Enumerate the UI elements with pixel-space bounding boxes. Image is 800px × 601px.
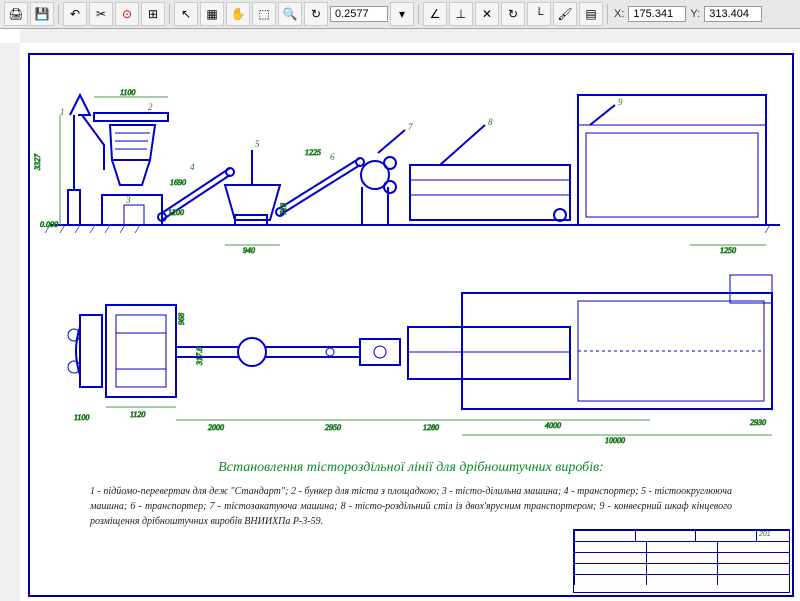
- pointer-icon[interactable]: ↖: [174, 2, 198, 26]
- svg-text:317.8: 317.8: [195, 347, 204, 366]
- drawing-canvas[interactable]: 1100 3327 0.000 1690 1200 940 1225 718 1…: [0, 29, 800, 601]
- svg-text:10000: 10000: [605, 436, 625, 445]
- legend-block: Встановлення тістороздільної лінії для д…: [30, 460, 792, 529]
- zoom-fit-icon[interactable]: ⬚: [252, 2, 276, 26]
- svg-text:968: 968: [177, 313, 186, 325]
- grid-icon[interactable]: ⊞: [141, 2, 165, 26]
- ruler-horizontal: [20, 29, 800, 44]
- svg-text:1120: 1120: [130, 410, 145, 419]
- svg-text:2: 2: [148, 102, 153, 112]
- svg-text:4000: 4000: [545, 421, 561, 430]
- hand-icon[interactable]: ✋: [226, 2, 250, 26]
- svg-text:4: 4: [190, 162, 195, 172]
- save-icon[interactable]: 💾: [30, 2, 54, 26]
- zoom-reset-icon[interactable]: ↻: [304, 2, 328, 26]
- svg-text:0.000: 0.000: [40, 220, 58, 229]
- side-view: 1100 3327 0.000 1690 1200 940 1225 718 1…: [30, 55, 792, 255]
- svg-text:9: 9: [618, 97, 623, 107]
- ruler-vertical: [0, 43, 21, 601]
- tool-icon[interactable]: ✕: [475, 2, 499, 26]
- coord-x-value[interactable]: 175.341: [628, 6, 686, 22]
- svg-text:5: 5: [255, 139, 260, 149]
- cut-icon[interactable]: ✂: [89, 2, 113, 26]
- print-icon[interactable]: 🖨: [4, 2, 28, 26]
- svg-text:1200: 1200: [168, 208, 184, 217]
- layer-icon[interactable]: ▤: [579, 2, 603, 26]
- zoom-in-icon[interactable]: 🔍: [278, 2, 302, 26]
- svg-text:6: 6: [330, 152, 335, 162]
- svg-text:2950: 2950: [325, 423, 341, 432]
- zoom-dropdown-icon[interactable]: ▾: [390, 2, 414, 26]
- main-toolbar: 🖨 💾 ↶ ✂ ⊙ ⊞ ↖ ▦ ✋ ⬚ 🔍 ↻ 0.2577 ▾ ∠ ⊥ ✕ ↻…: [0, 0, 800, 29]
- drawing-sheet: 1100 3327 0.000 1690 1200 940 1225 718 1…: [20, 43, 800, 601]
- drawing-frame: 1100 3327 0.000 1690 1200 940 1225 718 1…: [28, 53, 794, 597]
- plan-view: 968 317.8 1100 1120 2000 2950 1280 4000 …: [30, 265, 792, 445]
- svg-text:1250: 1250: [720, 246, 736, 255]
- corner-icon[interactable]: └: [527, 2, 551, 26]
- svg-text:1690: 1690: [170, 178, 186, 187]
- svg-text:718: 718: [279, 203, 288, 215]
- title-block: 201: [573, 529, 790, 593]
- coord-y-value[interactable]: 313.404: [704, 6, 762, 22]
- zoom-value[interactable]: 0.2577: [330, 6, 388, 22]
- svg-text:8: 8: [488, 117, 493, 127]
- grid2-icon[interactable]: ▦: [200, 2, 224, 26]
- drawing-title: Встановлення тістороздільної лінії для д…: [30, 460, 792, 476]
- drawing-legend: 1 - підйомо-перевертач для деж "Стандарт…: [30, 484, 792, 529]
- svg-text:1100: 1100: [120, 88, 135, 97]
- svg-text:1100: 1100: [74, 413, 89, 422]
- refresh-icon[interactable]: ↻: [501, 2, 525, 26]
- svg-text:1225: 1225: [305, 148, 321, 157]
- perp-icon[interactable]: ⊥: [449, 2, 473, 26]
- svg-text:2930: 2930: [750, 418, 766, 427]
- svg-text:7: 7: [408, 122, 413, 132]
- svg-text:940: 940: [243, 246, 255, 255]
- paint-icon[interactable]: 🖌: [553, 2, 577, 26]
- svg-text:3: 3: [125, 195, 131, 205]
- coord-x-label: X:: [612, 8, 626, 20]
- svg-text:2000: 2000: [208, 423, 224, 432]
- svg-text:1: 1: [60, 107, 65, 117]
- undo-icon[interactable]: ↶: [63, 2, 87, 26]
- magnet-icon[interactable]: ⊙: [115, 2, 139, 26]
- angle-icon[interactable]: ∠: [423, 2, 447, 26]
- svg-text:3327: 3327: [33, 153, 42, 171]
- svg-text:1280: 1280: [423, 423, 439, 432]
- coord-y-label: Y:: [688, 8, 702, 20]
